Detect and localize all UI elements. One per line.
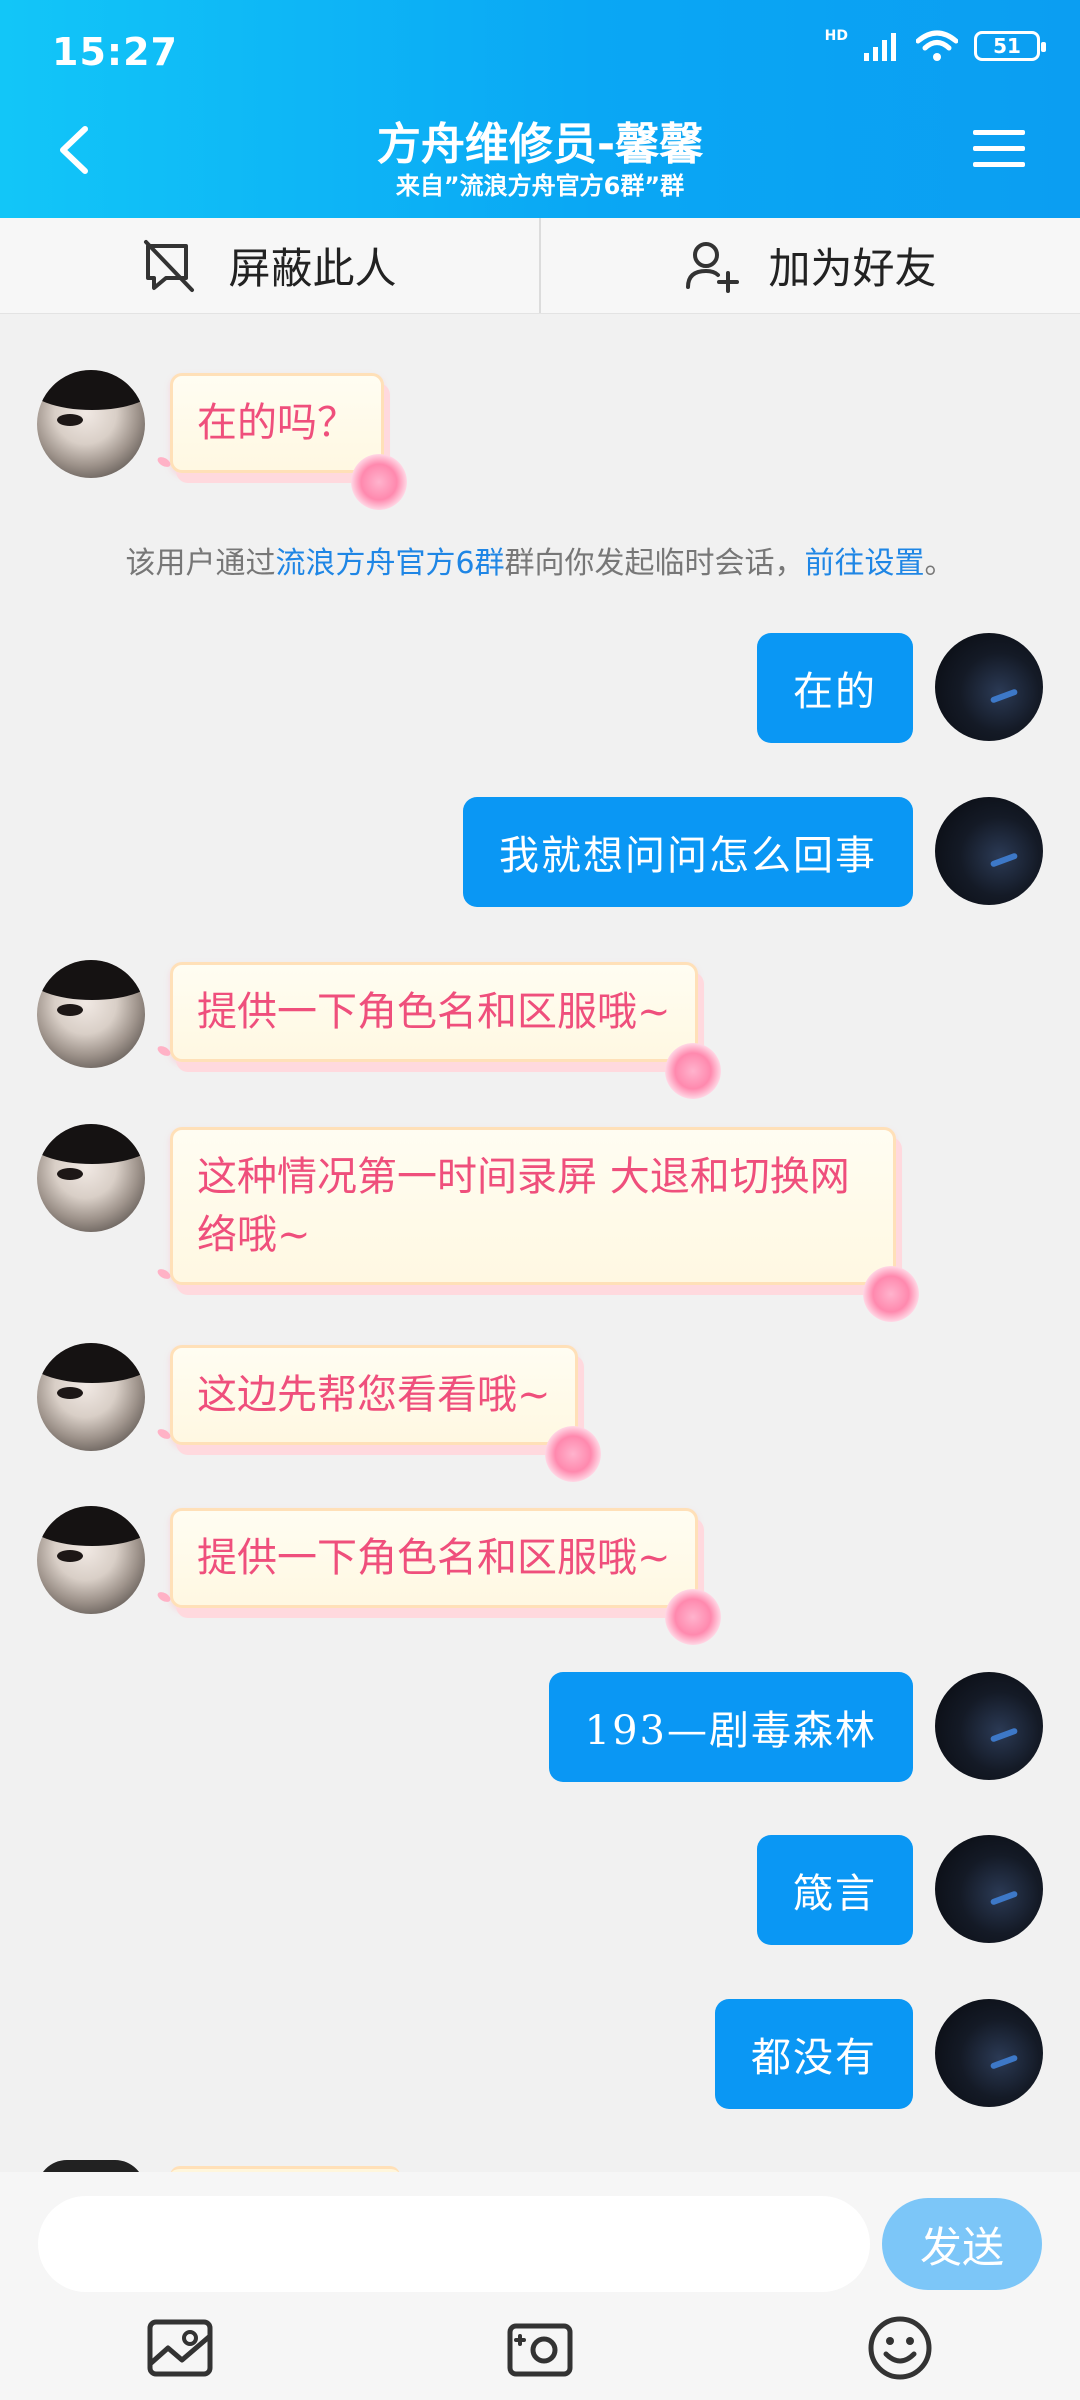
notice-suffix: 。 (924, 546, 955, 581)
emoji-icon[interactable] (866, 2314, 934, 2382)
message-text: 我就想问问怎么回事 (499, 833, 877, 879)
status-icons: HD 51 (824, 28, 1046, 62)
paw-decoration-icon (863, 1266, 919, 1322)
settings-link[interactable]: 前往设置 (805, 546, 925, 581)
paw-decoration-icon (544, 1426, 601, 1482)
message-text: 在的吗？ (197, 400, 357, 446)
block-user-button[interactable]: 屏蔽此人 (0, 218, 539, 313)
petal-decoration-icon (155, 455, 173, 469)
wifi-icon (916, 30, 958, 61)
paw-decoration-icon (664, 1043, 721, 1099)
camera-icon[interactable] (506, 2314, 574, 2382)
petal-decoration-icon (155, 1267, 173, 1281)
message-text: 提供一下角色名和区服哦~ (197, 1535, 671, 1581)
message-text: 这种情况第一时间录屏 大退和切换网络哦~ (197, 1154, 850, 1258)
status-time: 15:27 (52, 30, 178, 74)
message-input[interactable] (38, 2196, 870, 2292)
system-notice: 该用户通过流浪方舟官方6群群向你发起临时会话，前往设置。 (0, 538, 1080, 582)
message-bubble-outgoing[interactable]: 我就想问问怎么回事 (463, 797, 913, 907)
message-bubble-outgoing[interactable]: 都没有 (715, 1999, 913, 2109)
input-area: 发送 (0, 2172, 1080, 2400)
message-bubble-outgoing[interactable]: 箴言 (757, 1835, 913, 1945)
petal-decoration-icon (155, 1427, 173, 1441)
image-icon[interactable] (146, 2314, 214, 2382)
message-bubble-incoming[interactable]: 提供一下角色名和区服哦~ (155, 962, 721, 1099)
paw-decoration-icon (664, 1589, 721, 1645)
message-bubble-outgoing[interactable]: 193—剧毒森林 (548, 1672, 913, 1782)
signal-icon (864, 33, 896, 61)
group-link[interactable]: 流浪方舟官方6群 (275, 546, 504, 581)
message-text: 这边先帮您看看哦~ (197, 1372, 551, 1418)
message-bubble-incoming[interactable]: 这种情况第一时间录屏 大退和切换网络哦~ (155, 1127, 919, 1322)
add-friend-button[interactable]: 加为好友 (541, 218, 1080, 313)
header: 15:27 HD 51 方舟维修员-馨馨 来自”流浪方舟官方6群”群 (0, 0, 1080, 218)
message-text: 在的 (793, 669, 877, 715)
page-subtitle: 来自”流浪方舟官方6群”群 (395, 172, 685, 200)
contact-avatar[interactable] (37, 1506, 145, 1614)
contact-avatar[interactable] (37, 1124, 145, 1232)
network-label: HD (824, 28, 848, 44)
message-bubble-outgoing[interactable]: 在的 (757, 633, 913, 743)
notice-prefix: 该用户通过 (125, 546, 276, 581)
block-icon (144, 239, 195, 292)
my-avatar[interactable] (935, 797, 1043, 905)
my-avatar[interactable] (935, 1672, 1043, 1780)
notice-middle: 群向你发起临时会话， (504, 546, 805, 581)
send-button[interactable]: 发送 (882, 2198, 1042, 2290)
battery-indicator: 51 (974, 31, 1046, 61)
my-avatar[interactable] (935, 1999, 1043, 2107)
petal-decoration-icon (155, 1044, 173, 1058)
paw-decoration-icon (351, 454, 407, 510)
contact-avatar[interactable] (37, 370, 145, 478)
message-bubble-incoming[interactable]: 在的吗？ (155, 373, 407, 510)
menu-icon[interactable] (973, 128, 1025, 170)
my-avatar[interactable] (935, 1835, 1043, 1943)
contact-avatar[interactable] (37, 960, 145, 1068)
message-text: 193—剧毒森林 (584, 1708, 877, 1754)
my-avatar[interactable] (935, 633, 1043, 741)
page-title: 方舟维修员-馨馨 (376, 119, 704, 170)
block-user-label: 屏蔽此人 (228, 244, 397, 293)
message-text: 箴言 (793, 1871, 877, 1917)
message-bubble-incoming[interactable]: 提供一下角色名和区服哦~ (155, 1508, 721, 1645)
message-bubble-incoming[interactable]: 这边先帮您看看哦~ (155, 1345, 601, 1482)
message-text: 提供一下角色名和区服哦~ (197, 989, 671, 1035)
add-friend-icon (686, 241, 740, 293)
message-text: 都没有 (751, 2035, 877, 2081)
action-bar: 屏蔽此人 加为好友 (0, 218, 1080, 314)
add-friend-label: 加为好友 (768, 244, 937, 293)
petal-decoration-icon (155, 1590, 173, 1604)
contact-avatar[interactable] (37, 1343, 145, 1451)
